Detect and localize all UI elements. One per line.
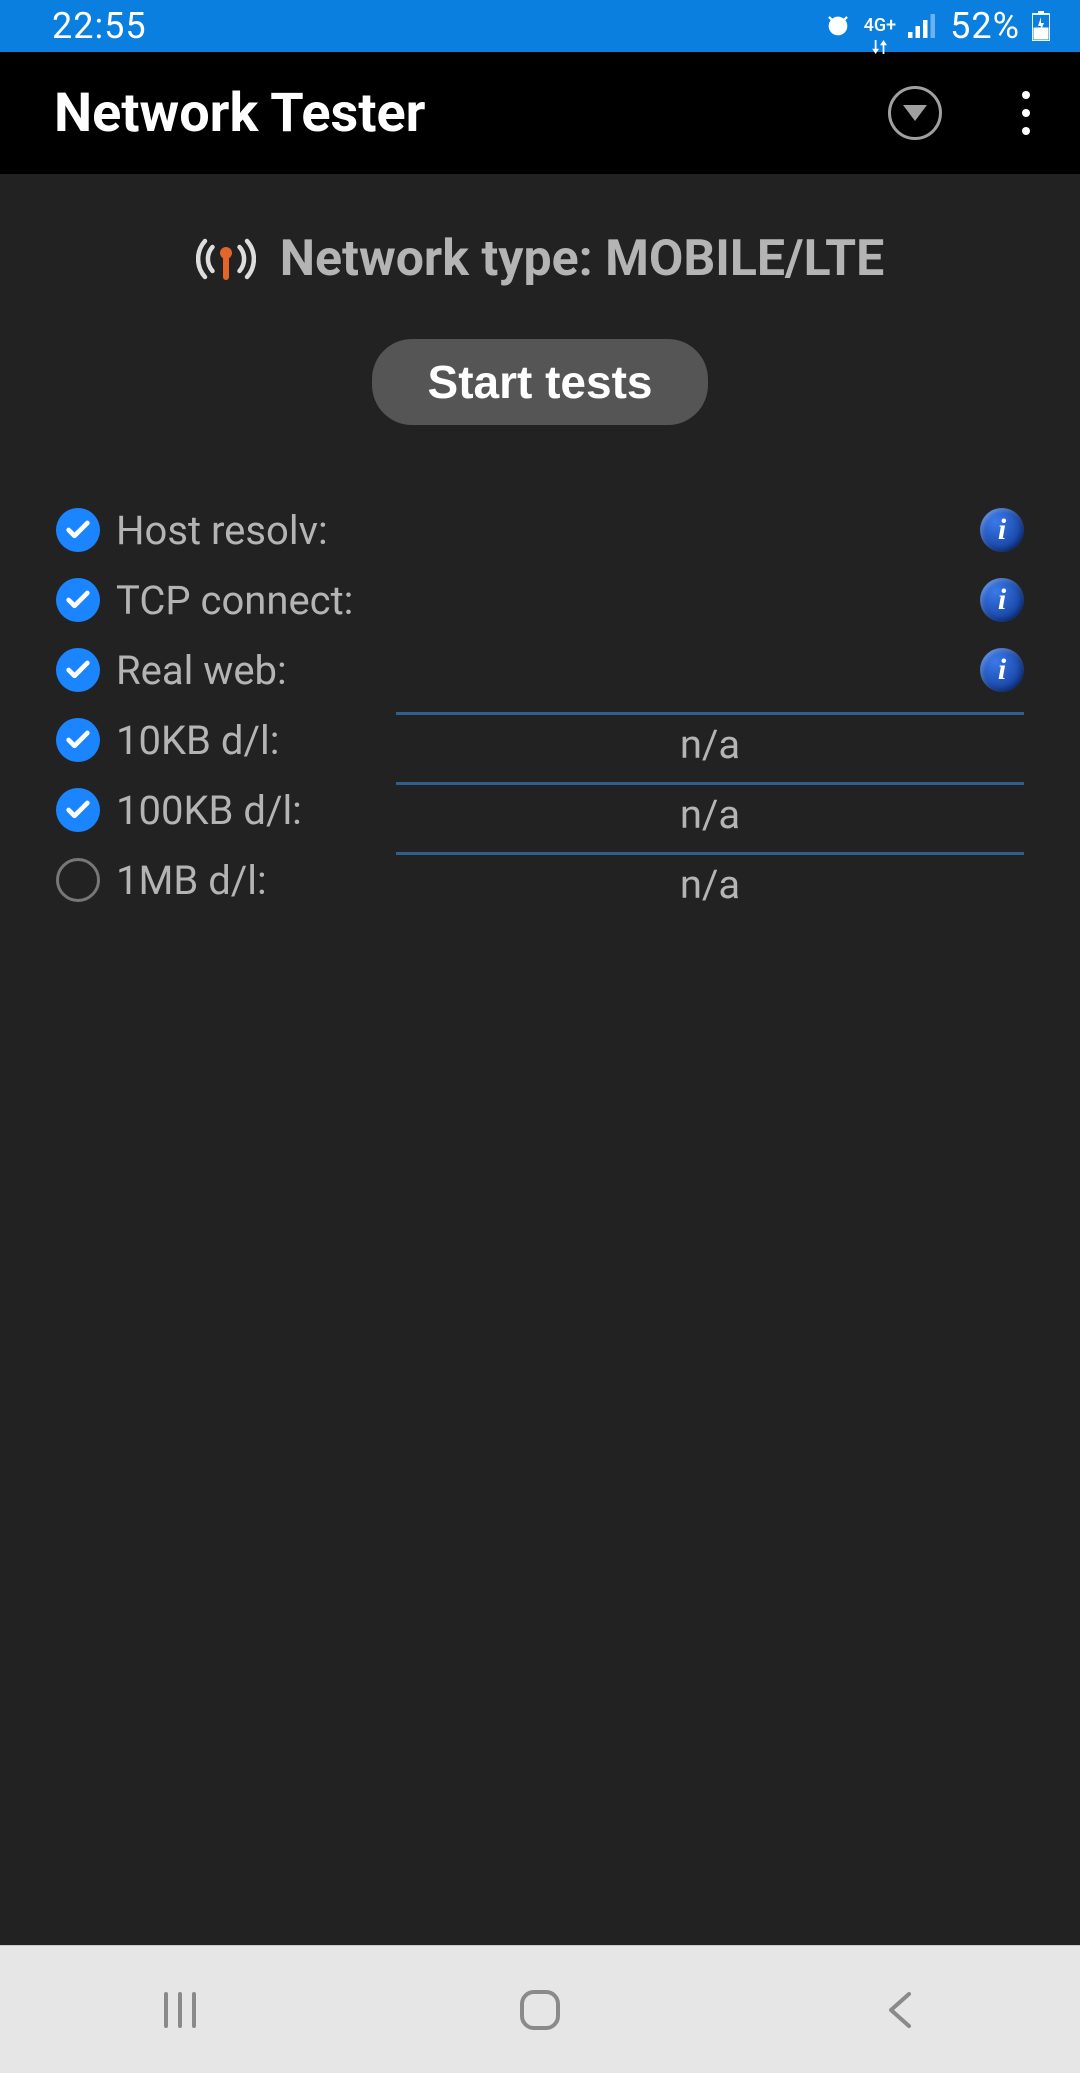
navigation-bar — [0, 1945, 1080, 2073]
test-result: i — [356, 578, 1024, 622]
test-row: 10KB d/l: n/a — [56, 705, 1024, 775]
info-icon[interactable]: i — [980, 648, 1024, 692]
download-result: n/a — [396, 712, 1024, 768]
status-bar: 22:55 4G+ 52% — [0, 0, 1080, 52]
test-checkbox[interactable] — [56, 788, 100, 832]
dropdown-button[interactable] — [888, 86, 942, 140]
nav-home-button[interactable] — [440, 1970, 640, 2050]
info-icon[interactable]: i — [980, 578, 1024, 622]
download-result: n/a — [396, 782, 1024, 838]
network-type-row: Network type: MOBILE/LTE — [0, 229, 1080, 289]
status-icons: 4G+ 52% — [824, 0, 1050, 54]
test-label: 10KB d/l: — [116, 717, 356, 764]
check-icon — [64, 796, 92, 824]
check-icon — [64, 656, 92, 684]
check-icon — [64, 586, 92, 614]
test-label: TCP connect: — [116, 577, 356, 624]
test-checkbox[interactable] — [56, 858, 100, 902]
battery-icon — [1032, 11, 1050, 41]
test-result: n/a — [356, 712, 1024, 768]
battery-percent: 52% — [950, 5, 1020, 47]
nav-back-button[interactable] — [800, 1970, 1000, 2050]
test-row: TCP connect: i — [56, 565, 1024, 635]
test-row: Real web: i — [56, 635, 1024, 705]
test-label: 100KB d/l: — [116, 787, 356, 834]
test-checkbox[interactable] — [56, 578, 100, 622]
download-result: n/a — [396, 852, 1024, 908]
start-tests-button[interactable]: Start tests — [372, 339, 709, 425]
info-icon[interactable]: i — [980, 508, 1024, 552]
test-label: 1MB d/l: — [116, 857, 356, 904]
antenna-icon — [196, 229, 256, 289]
test-result: n/a — [356, 852, 1024, 908]
test-result: n/a — [356, 782, 1024, 838]
overflow-menu-button[interactable] — [1012, 81, 1040, 145]
app-title: Network Tester — [54, 82, 888, 145]
test-label: Real web: — [116, 647, 356, 694]
alarm-icon — [824, 12, 852, 40]
signal-icon — [908, 13, 938, 39]
network-type-label: Network type: MOBILE/LTE — [280, 230, 884, 288]
chevron-down-icon — [903, 105, 927, 121]
network-type-indicator: 4G+ — [864, 0, 896, 54]
test-checkbox[interactable] — [56, 718, 100, 762]
test-result: i — [356, 648, 1024, 692]
test-checkbox[interactable] — [56, 508, 100, 552]
test-checkbox[interactable] — [56, 648, 100, 692]
app-bar: Network Tester — [0, 52, 1080, 174]
test-label: Host resolv: — [116, 507, 356, 554]
test-row: 1MB d/l: n/a — [56, 845, 1024, 915]
nav-recents-button[interactable] — [80, 1970, 280, 2050]
status-time: 22:55 — [52, 5, 147, 47]
tests-list: Host resolv: i TCP connect: i Real web: i 10KB… — [0, 495, 1080, 915]
test-row: Host resolv: i — [56, 495, 1024, 565]
test-result: i — [356, 508, 1024, 552]
check-icon — [64, 516, 92, 544]
test-row: 100KB d/l: n/a — [56, 775, 1024, 845]
content-area: Network type: MOBILE/LTE Start tests Hos… — [0, 174, 1080, 1945]
check-icon — [64, 726, 92, 754]
